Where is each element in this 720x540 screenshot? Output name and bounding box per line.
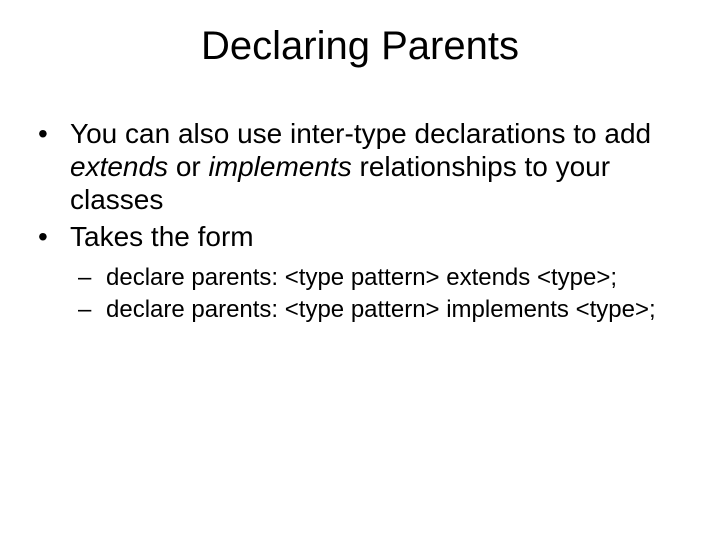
- bullet-list: You can also use inter-type declarations…: [32, 117, 688, 325]
- slide-title: Declaring Parents: [0, 0, 720, 79]
- bullet-item: You can also use inter-type declarations…: [32, 117, 688, 216]
- sub-bullet-item: declare parents: <type pattern> implemen…: [70, 295, 688, 325]
- bullet-text: You can also use inter-type declarations…: [70, 118, 651, 149]
- sub-bullet-list: declare parents: <type pattern> extends …: [70, 263, 688, 325]
- bullet-text: Takes the form: [70, 221, 254, 252]
- bullet-item: Takes the form declare parents: <type pa…: [32, 220, 688, 325]
- bullet-italic-extends: extends: [70, 151, 168, 182]
- sub-bullet-text: declare parents: <type pattern> implemen…: [106, 296, 656, 323]
- sub-bullet-text: declare parents: <type pattern> extends …: [106, 264, 617, 291]
- bullet-italic-implements: implements: [209, 151, 352, 182]
- sub-bullet-item: declare parents: <type pattern> extends …: [70, 263, 688, 293]
- slide-body: You can also use inter-type declarations…: [0, 79, 720, 325]
- slide: Declaring Parents You can also use inter…: [0, 0, 720, 540]
- bullet-text: or: [168, 151, 208, 182]
